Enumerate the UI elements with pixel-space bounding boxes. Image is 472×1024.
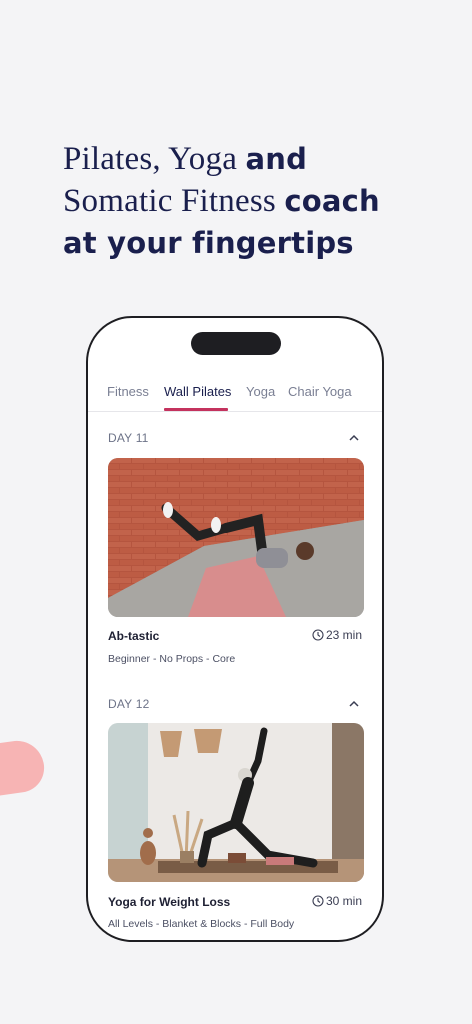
workout-duration-value: 23 min xyxy=(325,628,362,642)
tab-chair-yoga[interactable]: Chair Yoga xyxy=(288,384,352,399)
active-tab-indicator xyxy=(164,408,228,411)
workout-tags: All Levels - Blanket & Blocks - Full Bod… xyxy=(108,918,295,930)
headline-line2-bold: coach xyxy=(284,184,380,218)
clock-icon xyxy=(312,895,324,907)
day-11-header[interactable]: DAY 11 xyxy=(108,431,149,445)
headline-line1-bold: and xyxy=(245,142,308,176)
chevron-up-icon[interactable] xyxy=(348,700,360,708)
workout-thumbnail-yoga-weight-loss[interactable] xyxy=(108,723,364,882)
tab-bar: Fitness Wall Pilates Yoga Chair Yoga xyxy=(88,378,382,412)
workout-thumbnail-ab-tastic[interactable] xyxy=(108,458,364,617)
workout-duration: 30 min xyxy=(312,894,362,908)
day-12-header[interactable]: DAY 12 xyxy=(108,697,149,711)
workout-title[interactable]: Yoga for Weight Loss xyxy=(108,895,230,909)
tab-yoga[interactable]: Yoga xyxy=(246,384,275,399)
tab-fitness[interactable]: Fitness xyxy=(107,384,149,399)
workout-duration: 23 min xyxy=(312,628,362,642)
phone-frame: Fitness Wall Pilates Yoga Chair Yoga DAY… xyxy=(86,316,384,942)
workout-tags: Beginner - No Props - Core xyxy=(108,653,236,665)
headline-line2-regular: Somatic Fitness xyxy=(63,183,285,219)
workout-title[interactable]: Ab-tastic xyxy=(108,629,159,643)
headline-line1-regular: Pilates, Yoga xyxy=(63,141,246,177)
phone-notch xyxy=(191,332,281,355)
decorative-blob xyxy=(0,737,48,799)
clock-icon xyxy=(312,629,324,641)
headline: Pilates, Yoga and Somatic Fitness coach … xyxy=(63,138,443,264)
chevron-up-icon[interactable] xyxy=(348,434,360,442)
headline-line3-bold: at your fingertips xyxy=(63,226,354,260)
tab-wall-pilates[interactable]: Wall Pilates xyxy=(164,384,231,399)
workout-duration-value: 30 min xyxy=(325,894,362,908)
